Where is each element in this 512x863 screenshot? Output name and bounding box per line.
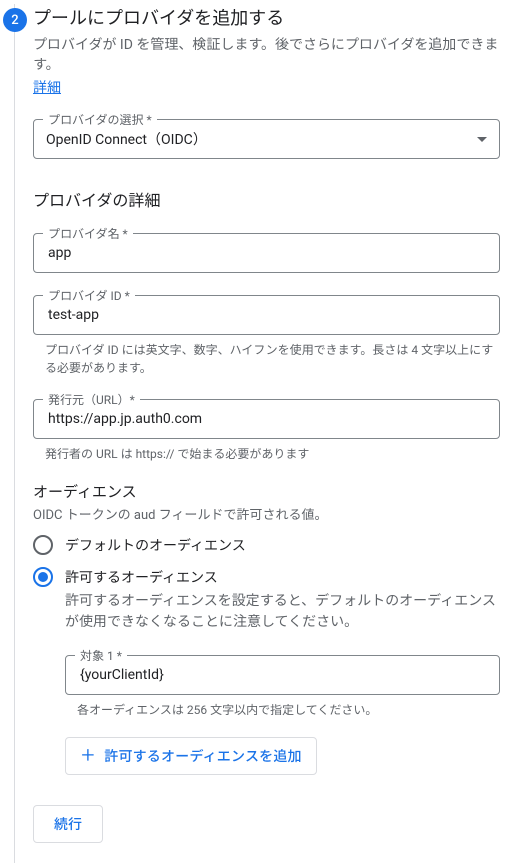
audience-target-helper: 各オーディエンスは 256 文字以内で指定してください。 <box>77 701 496 719</box>
add-audience-label: 許可するオーディエンスを追加 <box>104 746 302 766</box>
provider-details-heading: プロバイダの詳細 <box>33 187 500 211</box>
details-link[interactable]: 詳細 <box>33 80 61 96</box>
provider-id-label: プロバイダ ID * <box>43 287 135 304</box>
issuer-url-input[interactable] <box>46 410 487 428</box>
issuer-url-helper: 発行者の URL は https:// で始まる必要があります <box>45 445 496 463</box>
provider-id-helper: プロバイダ ID には英文字、数字、ハイフンを使用できます。長さは 4 文字以上… <box>45 341 496 377</box>
caret-down-icon <box>477 137 487 142</box>
plus-icon: ＋ <box>80 748 96 764</box>
continue-button[interactable]: 続行 <box>33 805 103 843</box>
audience-allowed-label: 許可するオーディエンス <box>65 567 218 587</box>
audience-caption: OIDC トークンの aud フィールドで許可される値。 <box>33 504 500 523</box>
radio-checked-icon <box>33 567 53 587</box>
audience-allowed-radio[interactable]: 許可するオーディエンス <box>33 567 500 587</box>
radio-unchecked-icon <box>33 535 53 555</box>
audience-target-input[interactable] <box>78 666 487 684</box>
provider-name-input[interactable] <box>46 244 487 262</box>
provider-select-label: プロバイダの選択 * <box>43 111 157 128</box>
add-audience-button[interactable]: ＋ 許可するオーディエンスを追加 <box>65 737 317 775</box>
audience-target-field[interactable] <box>65 655 500 695</box>
audience-heading: オーディエンス <box>33 481 500 502</box>
step-title: プールにプロバイダを追加する <box>33 4 500 30</box>
step-number-badge: 2 <box>3 8 27 32</box>
audience-default-radio[interactable]: デフォルトのオーディエンス <box>33 535 500 555</box>
provider-name-label: プロバイダ名 * <box>43 225 133 242</box>
provider-select-value: OpenID Connect（OIDC） <box>46 129 207 149</box>
audience-allowed-hint: 許可するオーディエンスを設定すると、デフォルトのオーディエンスが使用できなくなる… <box>65 591 500 633</box>
audience-default-label: デフォルトのオーディエンス <box>65 535 246 555</box>
step-description: プロバイダが ID を管理、検証します。後でさらにプロバイダを追加できます。 <box>33 36 500 75</box>
audience-target-label: 対象 1 * <box>75 647 127 664</box>
issuer-url-label: 発行元（URL）* <box>43 391 140 408</box>
provider-id-input[interactable] <box>46 306 487 324</box>
